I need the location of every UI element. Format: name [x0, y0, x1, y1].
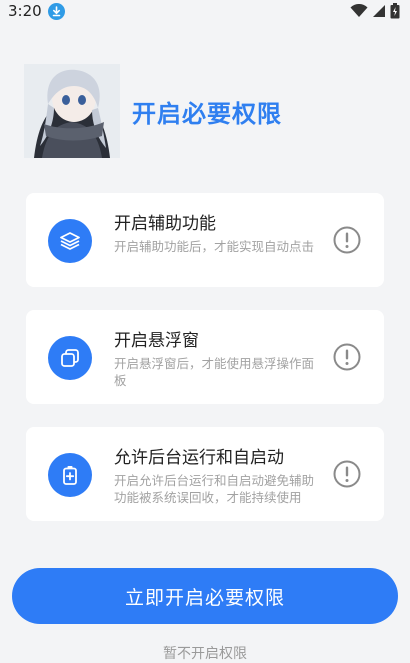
floating-window-icon — [48, 336, 92, 380]
wifi-icon — [350, 4, 368, 17]
battery-plus-icon — [48, 453, 92, 497]
layers-icon — [48, 219, 92, 263]
enable-permissions-button[interactable]: 立即开启必要权限 — [12, 568, 398, 624]
permission-description: 开启允许后台运行和自启动避免辅助功能被系统误回收，才能持续使用 — [114, 473, 315, 505]
avatar — [24, 64, 120, 158]
permission-title: 开启悬浮窗 — [114, 331, 199, 351]
exclamation-icon[interactable] — [332, 225, 362, 255]
permission-card-accessibility[interactable]: 开启辅助功能 开启辅助功能后，才能实现自动点击 — [26, 193, 384, 287]
page-title: 开启必要权限 — [132, 99, 282, 128]
download-icon — [47, 2, 65, 20]
header: 开启必要权限 — [24, 64, 282, 158]
skip-permissions-link[interactable]: 暂不开启权限 — [0, 643, 410, 663]
permission-card-background-autostart[interactable]: 允许后台运行和自启动 开启允许后台运行和自启动避免辅助功能被系统误回收，才能持续… — [26, 427, 384, 521]
permission-title: 开启辅助功能 — [114, 214, 216, 234]
exclamation-icon[interactable] — [332, 459, 362, 489]
exclamation-icon[interactable] — [332, 342, 362, 372]
permission-title: 允许后台运行和自启动 — [114, 448, 284, 468]
status-icons — [350, 3, 400, 19]
status-time: 3:20 — [8, 2, 42, 20]
permission-description: 开启辅助功能后，才能实现自动点击 — [114, 239, 315, 254]
battery-icon — [390, 3, 400, 19]
cellular-signal-icon — [373, 5, 385, 17]
permission-description: 开启悬浮窗后，才能使用悬浮操作面板 — [114, 356, 315, 388]
permission-card-floating-window[interactable]: 开启悬浮窗 开启悬浮窗后，才能使用悬浮操作面板 — [26, 310, 384, 404]
status-bar: 3:20 — [0, 0, 410, 22]
